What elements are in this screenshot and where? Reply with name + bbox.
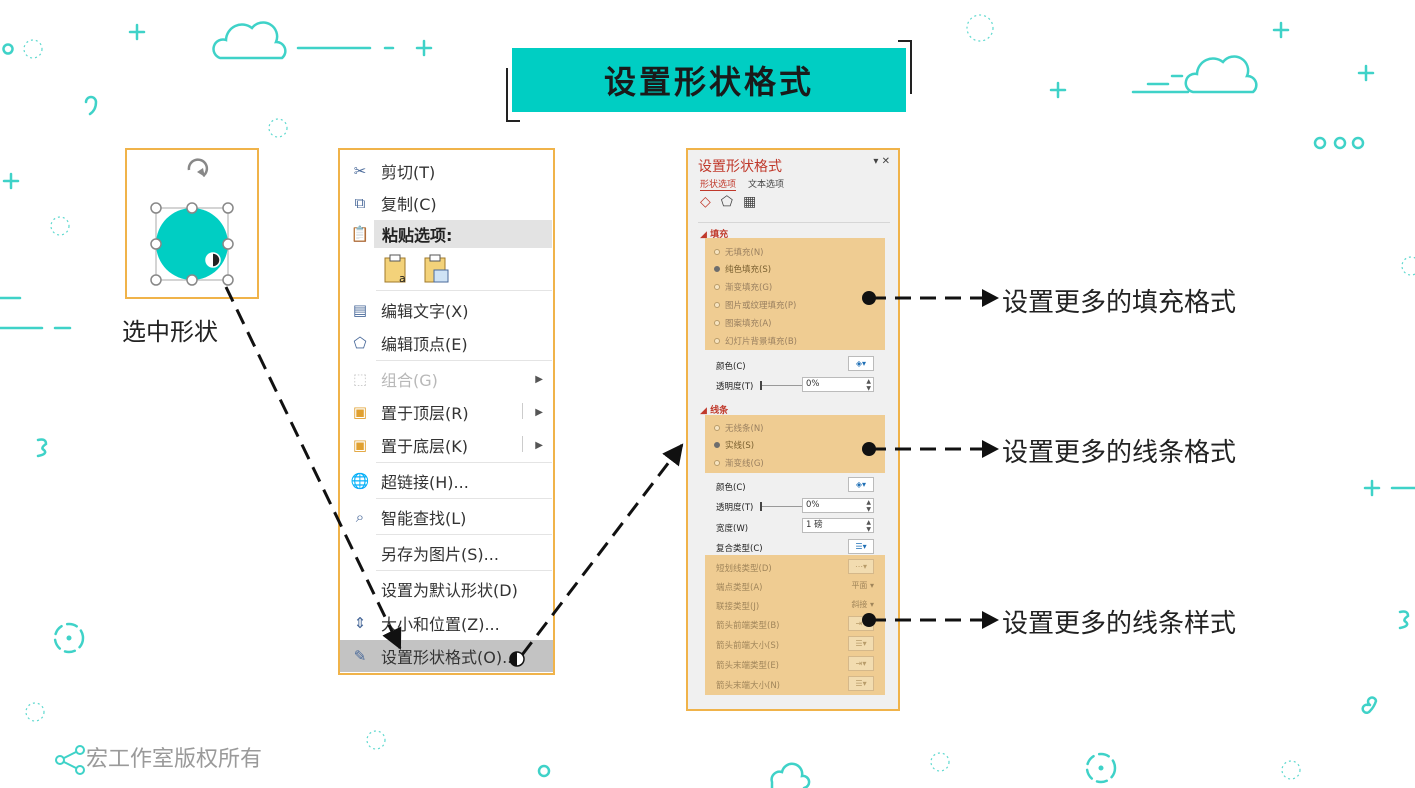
- copyright-footer: 宏工作室版权所有: [86, 747, 263, 772]
- share-icon: [55, 745, 85, 775]
- arrow-head-icon: [982, 611, 999, 629]
- arrow-head-icon: [982, 289, 999, 307]
- cursor-icon: [509, 651, 525, 667]
- annotation-line-style: 设置更多的线条样式: [1002, 609, 1237, 639]
- arrow-head-icon: [982, 440, 999, 458]
- connector-menu-to-pane: [520, 443, 684, 656]
- connector-dot: [862, 291, 876, 305]
- connector-shape-to-menu: [224, 286, 402, 650]
- connector-overlay: [224, 286, 999, 667]
- connector-dot: [862, 442, 876, 456]
- connector-dot: [862, 613, 876, 627]
- annotation-fill: 设置更多的填充格式: [1002, 288, 1237, 318]
- annotation-line: 设置更多的线条格式: [1002, 438, 1237, 468]
